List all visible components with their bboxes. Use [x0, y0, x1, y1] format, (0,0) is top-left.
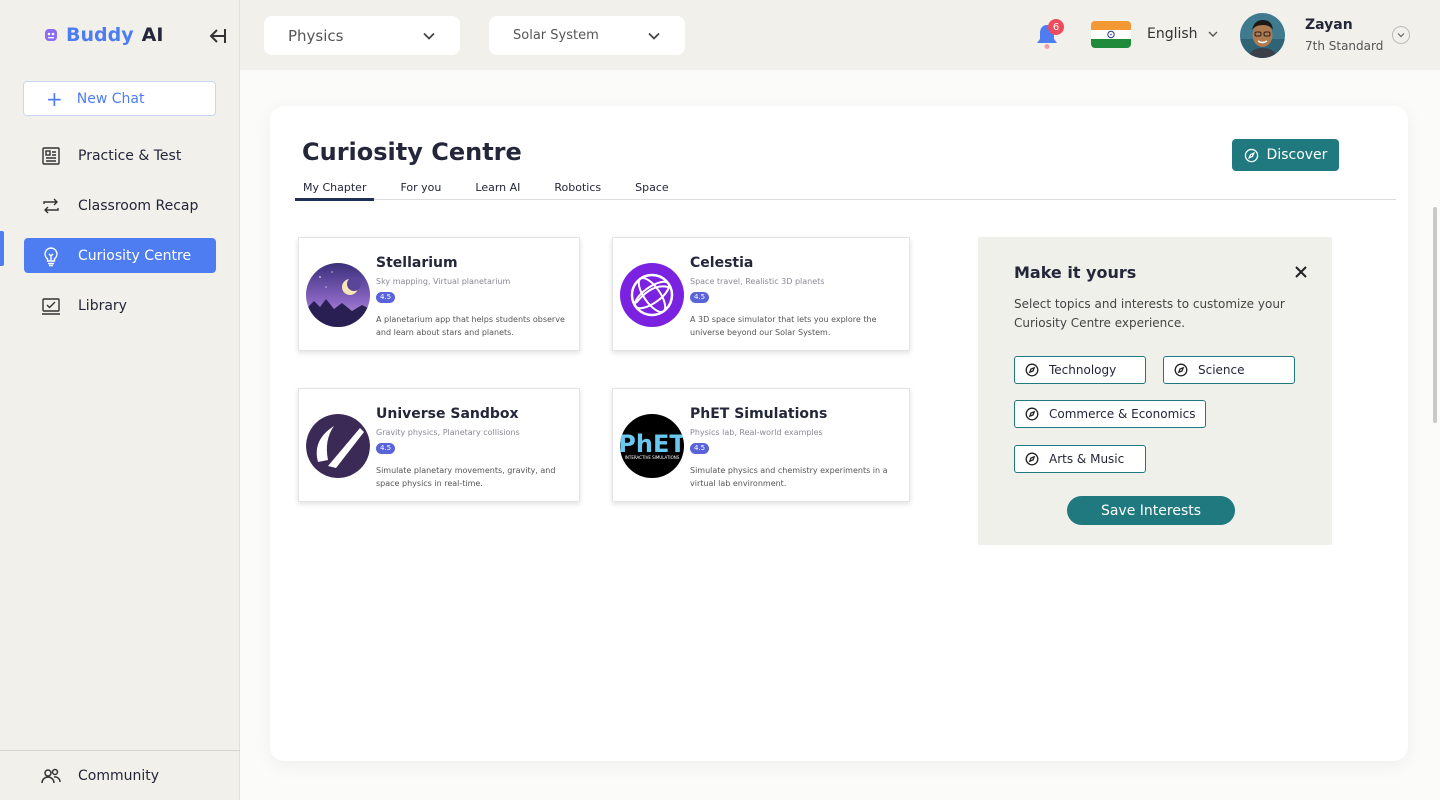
rating-badge: 4.5: [376, 443, 396, 454]
tab-robotics[interactable]: Robotics: [546, 181, 609, 200]
save-interests-button[interactable]: Save Interests: [1067, 496, 1235, 525]
make-it-yours-panel: Make it yours Select topics and interest…: [978, 237, 1332, 545]
language-select[interactable]: English: [1147, 26, 1218, 42]
card-title: PhET Simulations: [690, 406, 828, 422]
community-label: Community: [78, 767, 160, 784]
card-title: Celestia: [690, 255, 754, 271]
discover-button[interactable]: Discover: [1232, 139, 1339, 171]
active-indicator: [0, 231, 4, 266]
card-tags: Sky mapping, Virtual planetarium: [376, 277, 511, 286]
sidebar-item-label: Practice & Test: [78, 147, 182, 164]
subject-select-value: Physics: [288, 26, 344, 45]
scrollbar[interactable]: [1433, 207, 1437, 423]
tab-my-chapter[interactable]: My Chapter: [295, 181, 375, 201]
app-card-celestia[interactable]: Celestia Space travel, Realistic 3D plan…: [612, 237, 910, 351]
card-description: Simulate planetary movements, gravity, a…: [376, 466, 556, 488]
sidebar-item-curiosity-centre[interactable]: Curiosity Centre: [24, 238, 216, 273]
card-tags: Space travel, Realistic 3D planets: [690, 277, 825, 286]
logo-buddy-text: Buddy: [66, 24, 134, 46]
stellarium-logo: [306, 263, 370, 327]
compass-icon: [1025, 407, 1039, 421]
language-value: English: [1147, 26, 1198, 42]
logo-ai-text: AI: [141, 24, 164, 46]
topic-select[interactable]: Solar System: [489, 16, 685, 55]
people-icon: [41, 768, 61, 783]
app-card-phet-simulations[interactable]: PhET INTERACTIVE SIMULATIONS PhET Simula…: [612, 388, 910, 502]
app-logo[interactable]: Buddy AI: [44, 24, 163, 46]
interest-chip-commerce-economics[interactable]: Commerce & Economics: [1014, 400, 1206, 428]
card-title: Stellarium: [376, 255, 458, 271]
chevron-down-icon: [423, 32, 435, 40]
make-it-yours-description: Select topics and interests to customize…: [1014, 297, 1285, 330]
tab-learn-ai[interactable]: Learn AI: [467, 181, 528, 200]
collapse-sidebar-icon[interactable]: [206, 24, 230, 48]
new-chat-button[interactable]: + New Chat: [23, 81, 216, 116]
sidebar-nav: Practice & Test Classroom Recap Curiosit…: [24, 138, 216, 338]
chip-label: Arts & Music: [1049, 452, 1125, 466]
discover-label: Discover: [1266, 147, 1328, 163]
interest-chip-arts-music[interactable]: Arts & Music: [1014, 445, 1146, 473]
celestia-logo: [620, 263, 684, 327]
user-menu-button[interactable]: [1392, 26, 1410, 44]
monitor-icon: [42, 297, 60, 315]
rating-badge: 4.5: [690, 292, 710, 303]
chip-label: Commerce & Economics: [1049, 407, 1196, 421]
compass-icon: [1025, 452, 1039, 466]
newspaper-icon: [42, 146, 60, 165]
lightbulb-icon: [44, 246, 58, 266]
chevron-down-icon: [648, 32, 660, 40]
phet-logo: PhET INTERACTIVE SIMULATIONS: [620, 414, 684, 478]
rating-badge: 4.5: [690, 443, 710, 454]
india-flag-icon: [1091, 21, 1131, 48]
sidebar-item-label: Curiosity Centre: [78, 247, 192, 264]
new-chat-label: New Chat: [76, 90, 145, 107]
card-tags: Physics lab, Real-world examples: [690, 428, 823, 437]
compass-icon: [1025, 363, 1039, 377]
user-grade: 7th Standard: [1305, 39, 1384, 53]
chip-label: Technology: [1049, 363, 1117, 377]
card-description: A 3D space simulator that lets you explo…: [690, 315, 877, 337]
sidebar-item-practice-test[interactable]: Practice & Test: [24, 138, 216, 173]
compass-icon: [1244, 148, 1258, 162]
universe-sandbox-logo: [306, 414, 370, 478]
repeat-icon: [43, 198, 59, 213]
topic-select-value: Solar System: [513, 28, 599, 43]
card-tags: Gravity physics, Planetary collisions: [376, 428, 520, 437]
plus-icon: +: [46, 86, 63, 111]
phet-logo-subtext: INTERACTIVE SIMULATIONS: [625, 455, 680, 460]
sidebar-item-label: Classroom Recap: [78, 197, 199, 214]
interest-chip-science[interactable]: Science: [1163, 356, 1295, 384]
chevron-down-icon: [1397, 33, 1405, 38]
card-description: A planetarium app that helps students ob…: [376, 315, 565, 337]
tab-bar: My Chapter For you Learn AI Robotics Spa…: [295, 181, 1396, 201]
sidebar-item-community[interactable]: Community: [0, 750, 240, 800]
tab-space[interactable]: Space: [627, 181, 677, 200]
app-card-stellarium[interactable]: Stellarium Sky mapping, Virtual planetar…: [298, 237, 580, 351]
sidebar-item-library[interactable]: Library: [24, 288, 216, 323]
close-icon[interactable]: [1294, 265, 1308, 279]
make-it-yours-title: Make it yours: [1014, 263, 1137, 282]
card-description: Simulate physics and chemistry experimen…: [690, 466, 888, 488]
user-name: Zayan: [1305, 17, 1353, 33]
chip-label: Science: [1198, 363, 1245, 377]
sidebar-item-classroom-recap[interactable]: Classroom Recap: [24, 188, 216, 223]
phet-logo-text: PhET: [620, 430, 684, 458]
app-card-universe-sandbox[interactable]: Universe Sandbox Gravity physics, Planet…: [298, 388, 580, 502]
user-avatar[interactable]: [1240, 13, 1285, 58]
tab-for-you[interactable]: For you: [392, 181, 449, 200]
page-title: Curiosity Centre: [302, 138, 522, 166]
subject-select[interactable]: Physics: [264, 16, 460, 55]
rating-badge: 4.5: [376, 292, 396, 303]
sidebar: Buddy AI + New Chat Practice & Test Clas…: [0, 0, 240, 800]
sidebar-item-label: Library: [78, 297, 127, 314]
chevron-down-icon: [1208, 31, 1218, 37]
notification-badge: 6: [1048, 19, 1064, 35]
compass-icon: [1174, 363, 1188, 377]
interest-chip-technology[interactable]: Technology: [1014, 356, 1146, 384]
robot-icon: [45, 29, 57, 41]
card-title: Universe Sandbox: [376, 406, 519, 422]
